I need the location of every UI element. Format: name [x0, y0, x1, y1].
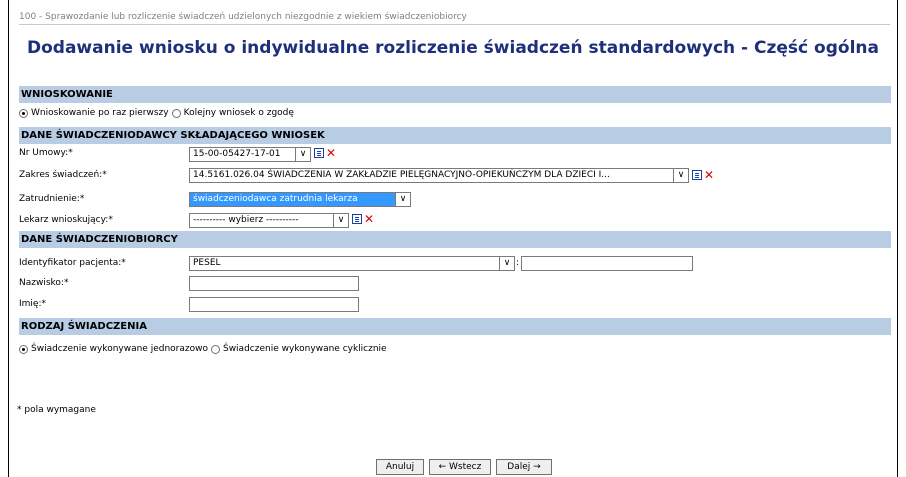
radio-first-request-label: Wnioskowanie po raz pierwszy [31, 108, 169, 118]
list-icon[interactable] [314, 148, 324, 158]
wnioskowanie-radio-group: Wnioskowanie po raz pierwszy Kolejny wni… [19, 108, 294, 118]
radio-next-request[interactable] [171, 108, 181, 118]
required-fields-note: * pola wymagane [17, 405, 96, 415]
zatrudnienie-select[interactable]: świadczeniodawca zatrudnia lekarza ∨ [189, 192, 411, 207]
section-header-service-type: RODZAJ ŚWIADCZENIA [19, 318, 891, 335]
nr-umowy-value: 15-00-05427-17-01 [193, 149, 281, 159]
zakres-label: Zakres świadczeń:* [19, 170, 107, 180]
nazwisko-input[interactable] [189, 276, 359, 291]
delete-x-icon[interactable]: ✕ [704, 169, 714, 181]
zatrudnienie-value: świadczeniodawca zatrudnia lekarza [193, 194, 358, 204]
next-button[interactable]: Dalej → [496, 459, 552, 475]
form-frame: 100 - Sprawozdanie lub rozliczenie świad… [8, 0, 898, 477]
radio-first-request[interactable] [19, 108, 28, 118]
lekarz-value: ---------- wybierz ---------- [193, 215, 299, 225]
delete-x-icon[interactable]: ✕ [364, 213, 374, 225]
radio-one-time[interactable] [19, 344, 28, 354]
zatrudnienie-label: Zatrudnienie:* [19, 194, 85, 204]
chevron-down-icon: ∨ [295, 148, 310, 161]
identyfikator-select[interactable]: PESEL ∨ [189, 256, 515, 271]
chevron-down-icon: ∨ [499, 257, 514, 270]
radio-cyclic[interactable] [210, 344, 220, 354]
divider [19, 24, 890, 25]
list-icon[interactable] [352, 214, 362, 224]
section-header-provider: DANE ŚWIADCZENIODAWCY SKŁADAJĄCEGO WNIOS… [19, 127, 891, 144]
rodzaj-radio-group: Świadczenie wykonywane jednorazowo Świad… [19, 344, 387, 354]
section-header-wnioskowanie: WNIOSKOWANIE [19, 86, 891, 103]
zakres-select[interactable]: 14.5161.026.04 ŚWIADCZENIA W ZAKŁADZIE P… [189, 168, 689, 183]
imie-label: Imię:* [19, 299, 46, 309]
chevron-down-icon: ∨ [673, 169, 688, 182]
nr-umowy-label: Nr Umowy:* [19, 148, 73, 158]
radio-next-request-label: Kolejny wniosek o zgodę [183, 108, 294, 118]
lekarz-label: Lekarz wnioskujący:* [19, 215, 113, 225]
identyfikator-input[interactable] [521, 256, 693, 271]
radio-one-time-label: Świadczenie wykonywane jednorazowo [31, 344, 208, 354]
identyfikator-separator: : [516, 258, 520, 268]
section-header-patient: DANE ŚWIADCZENIOBIORCY [19, 231, 891, 248]
delete-x-icon[interactable]: ✕ [326, 147, 336, 159]
back-button[interactable]: ← Wstecz [429, 459, 491, 475]
chevron-down-icon: ∨ [333, 214, 348, 227]
chevron-down-icon: ∨ [395, 193, 410, 206]
imie-input[interactable] [189, 297, 359, 312]
zakres-value: 14.5161.026.04 ŚWIADCZENIA W ZAKŁADZIE P… [193, 170, 610, 180]
cancel-button[interactable]: Anuluj [376, 459, 424, 475]
identyfikator-value: PESEL [193, 258, 221, 268]
nr-umowy-select[interactable]: 15-00-05427-17-01 ∨ [189, 147, 311, 162]
page-title: Dodawanie wniosku o indywidualne rozlicz… [27, 38, 879, 58]
radio-cyclic-label: Świadczenie wykonywane cyklicznie [222, 344, 387, 354]
breadcrumb: 100 - Sprawozdanie lub rozliczenie świad… [19, 12, 467, 22]
nazwisko-label: Nazwisko:* [19, 278, 69, 288]
identyfikator-label: Identyfikator pacjenta:* [19, 258, 126, 268]
list-icon[interactable] [692, 170, 702, 180]
lekarz-select[interactable]: ---------- wybierz ---------- ∨ [189, 213, 349, 228]
